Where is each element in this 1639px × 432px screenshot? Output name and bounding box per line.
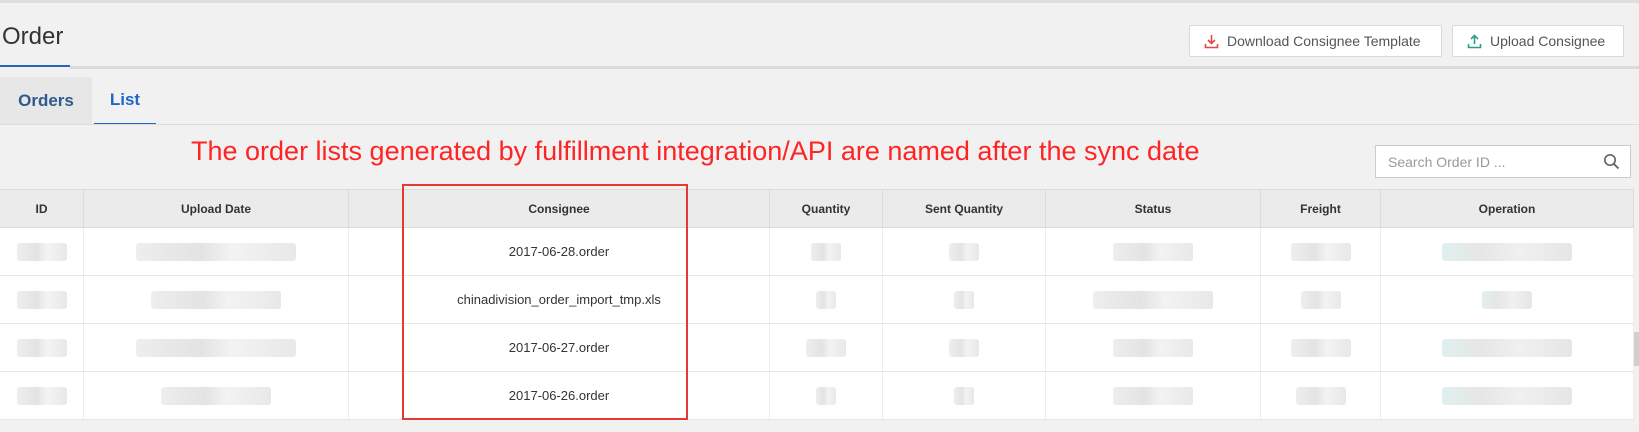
tabs-divider [0,124,1639,125]
annotation-text: The order lists generated by fulfillment… [191,136,1200,166]
column-header-quantity: Quantity [770,190,883,228]
column-header-operation: Operation [1381,190,1634,228]
search-box [1375,145,1631,178]
cell-quantity [770,372,883,419]
cell-status [1046,324,1261,371]
cell-freight [1261,372,1381,419]
table-header: ID Upload Date Consignee Quantity Sent Q… [0,189,1634,228]
search-order-id-input[interactable] [1376,146,1596,177]
cell-upload-date [84,228,349,275]
page-header: Order Download Consignee Template Upload… [0,3,1639,69]
order-list-table: ID Upload Date Consignee Quantity Sent Q… [0,189,1639,432]
header-divider [70,66,1639,69]
cell-freight [1261,276,1381,323]
download-button-label: Download Consignee Template [1227,33,1421,49]
cell-status [1046,228,1261,275]
column-header-freight: Freight [1261,190,1381,228]
cell-status [1046,372,1261,419]
cell-consignee: 2017-06-26.order [349,372,770,419]
cell-freight [1261,228,1381,275]
cell-sent-quantity [883,228,1046,275]
table-row[interactable]: 2017-06-26.order [0,372,1634,420]
cell-operation[interactable] [1381,372,1634,419]
upload-consignee-button[interactable]: Upload Consignee [1452,25,1624,57]
cell-sent-quantity [883,324,1046,371]
cell-quantity [770,276,883,323]
cell-id [0,228,84,275]
cell-status [1046,276,1261,323]
cell-consignee: 2017-06-28.order [349,228,770,275]
scrollbar-edge[interactable] [1634,332,1639,366]
column-header-sent-quantity: Sent Quantity [883,190,1046,228]
download-icon [1204,34,1219,48]
cell-sent-quantity [883,276,1046,323]
table-row[interactable]: 2017-06-27.order [0,324,1634,372]
search-icon[interactable] [1603,153,1620,170]
cell-quantity [770,228,883,275]
tab-orders[interactable]: Orders [0,77,92,125]
cell-operation[interactable] [1381,228,1634,275]
upload-icon [1467,33,1482,48]
column-header-consignee: Consignee [349,190,770,228]
column-header-id: ID [0,190,84,228]
column-header-upload-date: Upload Date [84,190,349,228]
cell-operation[interactable] [1381,276,1634,323]
download-consignee-template-button[interactable]: Download Consignee Template [1189,25,1442,57]
tab-list[interactable]: List [94,77,156,125]
cell-id [0,372,84,419]
table-row[interactable]: chinadivision_order_import_tmp.xls [0,276,1634,324]
cell-sent-quantity [883,372,1046,419]
cell-freight [1261,324,1381,371]
cell-id [0,276,84,323]
column-header-status: Status [1046,190,1261,228]
cell-consignee: 2017-06-27.order [349,324,770,371]
table-row[interactable]: 2017-06-28.order [0,228,1634,276]
cell-id [0,324,84,371]
cell-operation[interactable] [1381,324,1634,371]
cell-quantity [770,324,883,371]
cell-upload-date [84,324,349,371]
cell-upload-date [84,276,349,323]
upload-button-label: Upload Consignee [1490,33,1606,49]
page-title: Order [2,23,64,50]
title-underline [0,65,70,67]
cell-upload-date [84,372,349,419]
cell-consignee: chinadivision_order_import_tmp.xls [349,276,770,323]
